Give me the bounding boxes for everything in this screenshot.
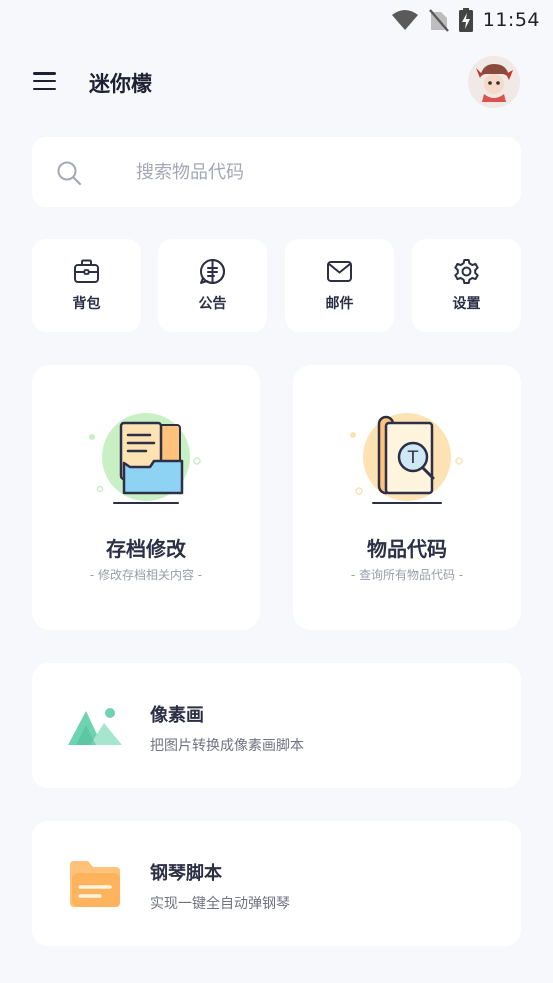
- quick-action-settings[interactable]: 设置: [412, 239, 521, 332]
- page-title: 迷你檬: [89, 72, 152, 96]
- quick-action-mail[interactable]: 邮件: [285, 239, 394, 332]
- hamburger-menu-icon[interactable]: [33, 72, 56, 92]
- card-subtitle: - 查询所有物品代码 -: [350, 568, 464, 582]
- quick-action-backpack[interactable]: 背包: [32, 239, 141, 332]
- quick-action-label: 公告: [198, 296, 227, 312]
- status-bar: 11:54: [0, 0, 553, 40]
- quick-action-label: 邮件: [325, 296, 354, 312]
- card-title: 像素画: [150, 705, 204, 726]
- save-folder-illustration: [89, 413, 201, 504]
- settings-icon: [454, 259, 479, 284]
- folder-icon: [70, 861, 120, 907]
- card-subtitle: 实现一键全自动弹钢琴: [150, 896, 290, 912]
- mail-icon: [327, 261, 352, 282]
- no-sim-icon: [428, 9, 449, 32]
- code-book-illustration: T: [350, 413, 463, 504]
- quick-action-announcement[interactable]: 公告: [158, 239, 267, 332]
- card-title: 钢琴脚本: [150, 863, 222, 884]
- quick-action-label: 背包: [72, 296, 101, 312]
- card-subtitle: - 修改存档相关内容 -: [89, 568, 203, 582]
- pixel-art-card[interactable]: 像素画 把图片转换成像素画脚本: [32, 663, 521, 788]
- card-title: 物品代码: [367, 537, 447, 561]
- battery-charging-icon: [458, 8, 473, 32]
- backpack-icon: [74, 259, 99, 283]
- search-bar[interactable]: [32, 137, 521, 207]
- search-icon: [57, 161, 82, 186]
- item-code-card[interactable]: T 物品代码 - 查询所有物品代码 -: [293, 365, 521, 630]
- piano-script-card[interactable]: 钢琴脚本 实现一键全自动弹钢琴: [32, 821, 521, 946]
- quick-action-label: 设置: [452, 296, 481, 312]
- user-avatar-icon: [468, 56, 520, 108]
- app-bar: 迷你檬: [0, 52, 553, 112]
- save-edit-card[interactable]: 存档修改 - 修改存档相关内容 -: [32, 365, 260, 630]
- wifi-icon: [391, 10, 418, 30]
- announcement-icon: [200, 259, 225, 284]
- card-subtitle: 把图片转换成像素画脚本: [150, 738, 304, 754]
- avatar[interactable]: [468, 56, 520, 108]
- mountain-image-icon: [68, 708, 122, 745]
- status-time: 11:54: [482, 9, 540, 31]
- search-input[interactable]: [136, 157, 496, 187]
- card-title: 存档修改: [106, 537, 186, 561]
- svg-text:T: T: [407, 448, 419, 468]
